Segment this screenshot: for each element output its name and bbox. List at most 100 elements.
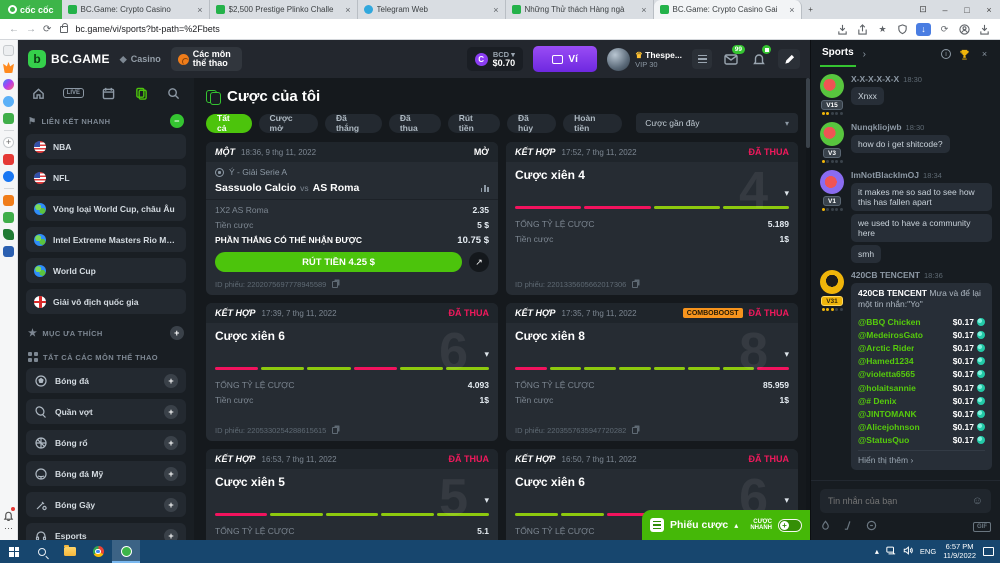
url-text[interactable]: bc.game/vi/sports?bt-path=%2Fbets xyxy=(75,24,219,34)
expand-sport-button[interactable]: + xyxy=(164,374,178,388)
search-icon[interactable] xyxy=(166,86,182,100)
nav-sports[interactable]: Các môn thể thao xyxy=(171,47,242,71)
tab-bcgame-active[interactable]: BC.Game: Crypto Casino Gai× xyxy=(654,0,802,19)
quick-bet-toggle[interactable]: + xyxy=(778,519,802,532)
tab-daily-challenges[interactable]: Những Thử thách Hàng ngà× xyxy=(506,0,654,19)
schedule-icon[interactable] xyxy=(101,86,117,100)
file-explorer-icon[interactable] xyxy=(56,540,84,563)
sidebar-sport-esports[interactable]: Esports+ xyxy=(26,523,186,540)
show-more-button[interactable]: Hiển thị thêm › xyxy=(858,450,985,465)
filter-lost[interactable]: Đã thua xyxy=(389,114,441,133)
sidebar-sport-cricket[interactable]: Bóng Gậy+ xyxy=(26,492,186,517)
bet-card-single[interactable]: MỘT 18:36, 9 thg 11, 2022 MỞ Ý - Giải Se… xyxy=(206,142,498,295)
twitter-icon[interactable] xyxy=(3,96,14,107)
wallet-button[interactable]: Ví xyxy=(533,46,597,72)
downloads-tray-icon[interactable] xyxy=(978,23,991,36)
blue-app-icon[interactable] xyxy=(3,246,14,257)
bet-card-combo-boost[interactable]: KẾT HỢP 17:35, 7 thg 11, 2022 COMBOBOOST… xyxy=(506,303,798,441)
copy-icon[interactable] xyxy=(332,281,338,288)
back-icon[interactable]: ← xyxy=(9,24,19,35)
collapse-quick-links-button[interactable]: − xyxy=(170,114,184,128)
sidebar-sport-football[interactable]: Bóng đá+ xyxy=(26,368,186,393)
tab-bcgame-1[interactable]: BC.Game: Crypto Casino× xyxy=(62,0,210,19)
tray-expand-icon[interactable]: ▴ xyxy=(875,547,879,556)
sidebar-item-world-cup[interactable]: World Cup xyxy=(26,258,186,283)
chat-rules-icon[interactable]: i xyxy=(941,49,951,59)
language-indicator[interactable]: ENG xyxy=(920,547,936,556)
games-app-icon[interactable] xyxy=(3,113,14,124)
copy-icon[interactable] xyxy=(632,427,638,434)
commands-icon[interactable] xyxy=(843,520,854,534)
chrome-icon[interactable] xyxy=(84,540,112,563)
chat-tab-sports[interactable]: Sports xyxy=(820,41,856,67)
live-icon[interactable]: LIVE xyxy=(63,88,84,98)
more-options-icon[interactable]: ⋯ xyxy=(3,525,14,536)
reload-icon[interactable]: ⟳ xyxy=(43,24,51,35)
new-tab-button[interactable]: + xyxy=(802,0,820,19)
action-center-icon[interactable] xyxy=(983,547,994,556)
tab-close-icon[interactable]: × xyxy=(789,5,794,15)
betslip-button[interactable]: Phiếu cược ▴ CƯỢCNHANH + xyxy=(642,510,810,540)
leaf-app-icon[interactable] xyxy=(3,229,14,240)
sort-dropdown[interactable]: Cược gần đây▾ xyxy=(636,113,798,133)
window-close-button[interactable]: × xyxy=(978,0,1000,19)
bonus-bell-button[interactable] xyxy=(750,51,768,67)
expand-card-icon[interactable]: ▾ xyxy=(484,349,489,360)
sidebar-sport-basketball[interactable]: Bóng rổ+ xyxy=(26,430,186,455)
messenger-icon[interactable] xyxy=(3,79,14,90)
tab-close-icon[interactable]: × xyxy=(345,5,350,15)
avatar[interactable] xyxy=(820,170,844,194)
tab-telegram[interactable]: Telegram Web× xyxy=(358,0,506,19)
expand-sport-button[interactable]: + xyxy=(164,405,178,419)
close-chat-icon[interactable]: × xyxy=(978,48,991,61)
browser-panel-icon[interactable]: ⊡ xyxy=(912,0,934,19)
save-page-icon[interactable] xyxy=(836,23,849,36)
expand-card-icon[interactable]: ▾ xyxy=(784,349,789,360)
sidebar-item-wc-qualifiers[interactable]: Vòng loại World Cup, châu Âu xyxy=(26,196,186,221)
forward-icon[interactable]: → xyxy=(26,24,36,35)
sidebar-sport-american-football[interactable]: Bóng đá Mỹ+ xyxy=(26,461,186,486)
rain-tip-icon[interactable] xyxy=(820,520,831,534)
filter-refund[interactable]: Hoàn tiền xyxy=(563,114,622,133)
sync-icon[interactable]: ⟳ xyxy=(938,23,951,36)
expand-sport-button[interactable]: + xyxy=(164,529,178,541)
add-favorite-button[interactable]: + xyxy=(170,326,184,340)
copy-icon[interactable] xyxy=(632,281,638,288)
bcgame-logo[interactable]: b BC.GAME xyxy=(28,50,110,68)
share-bet-button[interactable]: ↗ xyxy=(469,252,489,272)
chat-toggle-button[interactable] xyxy=(778,49,800,69)
chat-messages[interactable]: V15 X-X-X-X-X-X18:30 Xnxx V3 xyxy=(811,68,1000,480)
add-app-icon[interactable]: + xyxy=(3,137,14,148)
tab-plinko[interactable]: $2,500 Prestige Plinko Challe× xyxy=(210,0,358,19)
sidebar-item-nba[interactable]: NBA xyxy=(26,134,186,159)
start-button[interactable] xyxy=(0,540,28,563)
avatar[interactable] xyxy=(820,74,844,98)
home-icon[interactable] xyxy=(30,86,46,100)
trophy-icon[interactable] xyxy=(958,48,971,61)
chat-input[interactable] xyxy=(828,496,966,506)
sidebar-item-nfl[interactable]: NFL xyxy=(26,165,186,190)
avatar[interactable] xyxy=(820,270,844,294)
expand-sport-button[interactable]: + xyxy=(164,467,178,481)
bet-card-combo[interactable]: KẾT HỢP 17:52, 7 thg 11, 2022 ĐÃ THUA 4 … xyxy=(506,142,798,295)
filter-cashout[interactable]: Rút tiền xyxy=(448,114,500,133)
cashout-button[interactable]: RÚT TIỀN 4.25 $ xyxy=(215,252,462,272)
reading-list-icon[interactable] xyxy=(3,45,14,56)
filter-cancelled[interactable]: Đã hủy xyxy=(507,114,556,133)
filter-open[interactable]: Cược mở xyxy=(259,114,318,133)
nav-casino[interactable]: ◆ Casino xyxy=(120,54,161,65)
copy-icon[interactable] xyxy=(332,427,338,434)
volume-icon[interactable] xyxy=(903,546,913,557)
sidebar-sport-tennis[interactable]: Quần vợt+ xyxy=(26,399,186,424)
network-icon[interactable] xyxy=(886,546,896,557)
inbox-button[interactable]: 99 xyxy=(722,51,740,67)
crown-app-icon[interactable] xyxy=(3,62,14,73)
bet-card-combo[interactable]: KẾT HỢP 17:39, 7 thg 11, 2022 ĐÃ THUA 6 … xyxy=(206,303,498,441)
facebook-icon[interactable] xyxy=(3,171,14,182)
coccoc-taskbar-icon[interactable] xyxy=(112,540,140,563)
window-maximize-button[interactable]: □ xyxy=(956,0,978,19)
stats-icon[interactable] xyxy=(481,185,489,192)
coccoc-brand[interactable]: cốc cốc xyxy=(0,0,62,19)
emoji-icon[interactable]: ☺ xyxy=(972,495,983,507)
window-minimize-button[interactable]: – xyxy=(934,0,956,19)
